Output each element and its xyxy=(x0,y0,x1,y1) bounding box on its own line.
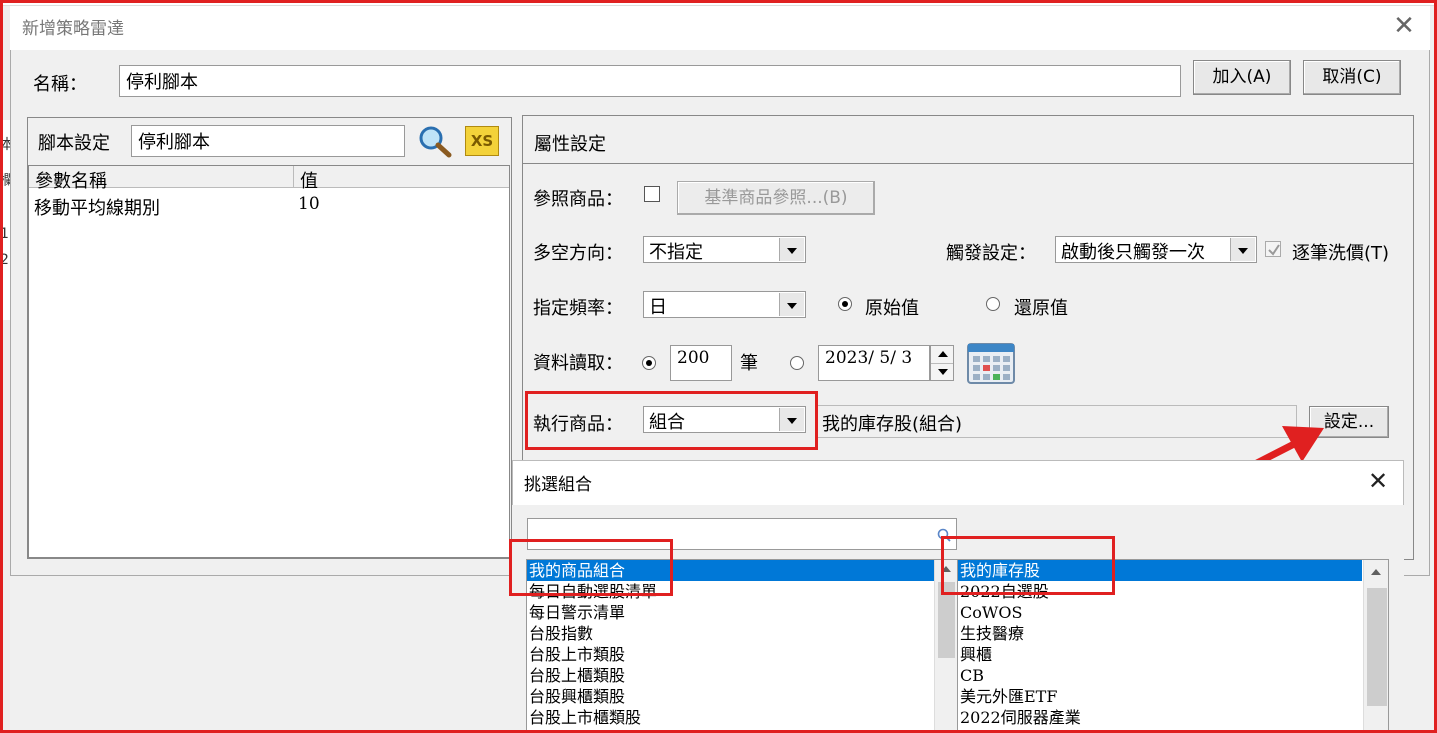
list-item[interactable]: 興櫃 xyxy=(958,644,1388,665)
date-radio[interactable] xyxy=(790,356,804,370)
name-input[interactable]: 停利腳本 xyxy=(119,65,1181,97)
bars-unit-label: 筆 xyxy=(740,353,758,374)
column-header-value[interactable]: 值 xyxy=(300,167,318,193)
close-icon[interactable]: ✕ xyxy=(1388,10,1420,42)
tick-update-label: 逐筆洗價(T) xyxy=(1292,243,1390,264)
popup-close-icon[interactable]: ✕ xyxy=(1364,466,1392,496)
annotation-box xyxy=(941,536,1115,595)
restore-value-radio[interactable] xyxy=(986,297,1000,311)
direction-label: 多空方向： xyxy=(533,243,623,264)
param-value-cell[interactable]: 10 xyxy=(298,194,320,214)
script-name-input[interactable]: 停利腳本 xyxy=(131,125,405,157)
trigger-value: 啟動後只觸發一次 xyxy=(1061,242,1205,263)
scroll-up-icon[interactable] xyxy=(1371,569,1381,575)
list-item[interactable]: 生技醫療 xyxy=(958,623,1388,644)
frequency-select[interactable]: 日 xyxy=(643,291,806,318)
popup-title: 挑選組合 xyxy=(524,475,592,495)
data-read-label: 資料讀取： xyxy=(533,353,623,374)
tick-update-checkbox[interactable] xyxy=(1265,241,1281,257)
date-spinner[interactable] xyxy=(930,345,954,381)
list-item-label: 台股指數 xyxy=(529,624,594,643)
column-divider xyxy=(293,166,294,188)
raw-value-radio[interactable] xyxy=(838,297,852,311)
portfolio-list-scrollbar[interactable] xyxy=(1363,560,1388,732)
background-char: 1 xyxy=(0,226,9,242)
ref-product-label: 參照商品： xyxy=(533,189,623,210)
list-item[interactable]: 台股上市類股> xyxy=(527,644,957,665)
trigger-label: 觸發設定： xyxy=(946,243,1036,264)
calendar-icon[interactable] xyxy=(967,340,1015,384)
column-header-param-name[interactable]: 參數名稱 xyxy=(35,167,107,193)
background-char: 2 xyxy=(0,252,9,268)
script-settings-label: 腳本設定 xyxy=(38,133,110,154)
trigger-select[interactable]: 啟動後只觸發一次 xyxy=(1055,236,1257,263)
direction-value: 不指定 xyxy=(649,242,703,263)
list-item-label: 台股上市櫃類股 xyxy=(529,708,642,727)
parameter-grid xyxy=(28,165,510,558)
annotation-box xyxy=(509,539,673,596)
background-window-left: 本 欄 1 2 xyxy=(0,120,14,320)
bars-count-radio[interactable] xyxy=(642,356,656,370)
chevron-down-icon[interactable] xyxy=(779,238,804,261)
property-settings-title: 屬性設定 xyxy=(534,134,606,155)
add-button[interactable]: 加入(A) xyxy=(1193,60,1291,95)
list-item[interactable]: 台股上櫃類股> xyxy=(527,665,957,686)
spin-up-icon[interactable] xyxy=(938,351,948,357)
list-item-label: 台股上櫃類股 xyxy=(529,666,626,685)
raw-value-label: 原始值 xyxy=(865,298,919,319)
list-item[interactable]: 台股興櫃類股> xyxy=(527,686,957,707)
chevron-down-icon[interactable] xyxy=(1230,238,1255,261)
search-icon[interactable] xyxy=(417,124,453,158)
ref-product-button[interactable]: 基準商品參照...(B) xyxy=(677,181,875,215)
list-item[interactable]: 台股上市櫃類股> xyxy=(527,707,957,728)
dialog-titlebar xyxy=(10,6,1430,50)
frequency-value: 日 xyxy=(649,297,667,318)
restore-value-label: 還原值 xyxy=(1014,298,1068,319)
scrollbar-thumb[interactable] xyxy=(1367,588,1387,706)
frequency-label: 指定頻率： xyxy=(533,298,623,319)
list-item[interactable]: 2022伺服器產業 xyxy=(958,707,1388,728)
start-date-input[interactable]: 2023/ 5/ 3 xyxy=(818,345,930,381)
list-item[interactable]: 台股指數> xyxy=(527,623,957,644)
list-item-label: 台股上市類股 xyxy=(529,645,626,664)
xs-editor-icon[interactable]: XS xyxy=(465,126,499,156)
dialog-title: 新增策略雷達 xyxy=(22,19,124,39)
name-label: 名稱： xyxy=(33,74,87,95)
bars-count-input[interactable]: 200 xyxy=(670,345,732,381)
annotation-box xyxy=(525,391,818,450)
ref-product-checkbox[interactable] xyxy=(644,186,660,202)
property-settings-header xyxy=(523,116,1413,164)
direction-select[interactable]: 不指定 xyxy=(643,236,806,263)
list-item-label: 台股興櫃類股 xyxy=(529,687,626,706)
spin-down-icon[interactable] xyxy=(938,369,948,375)
list-item[interactable]: CoWOS xyxy=(958,602,1388,623)
chevron-down-icon[interactable] xyxy=(779,293,804,316)
list-item[interactable]: CB xyxy=(958,665,1388,686)
cancel-button[interactable]: 取消(C) xyxy=(1303,60,1401,95)
list-item[interactable]: 每日警示清單> xyxy=(527,602,957,623)
list-item-label: 每日警示清單 xyxy=(529,603,626,622)
param-name-cell[interactable]: 移動平均線期別 xyxy=(34,194,160,220)
list-item[interactable]: 美元外匯ETF xyxy=(958,686,1388,707)
